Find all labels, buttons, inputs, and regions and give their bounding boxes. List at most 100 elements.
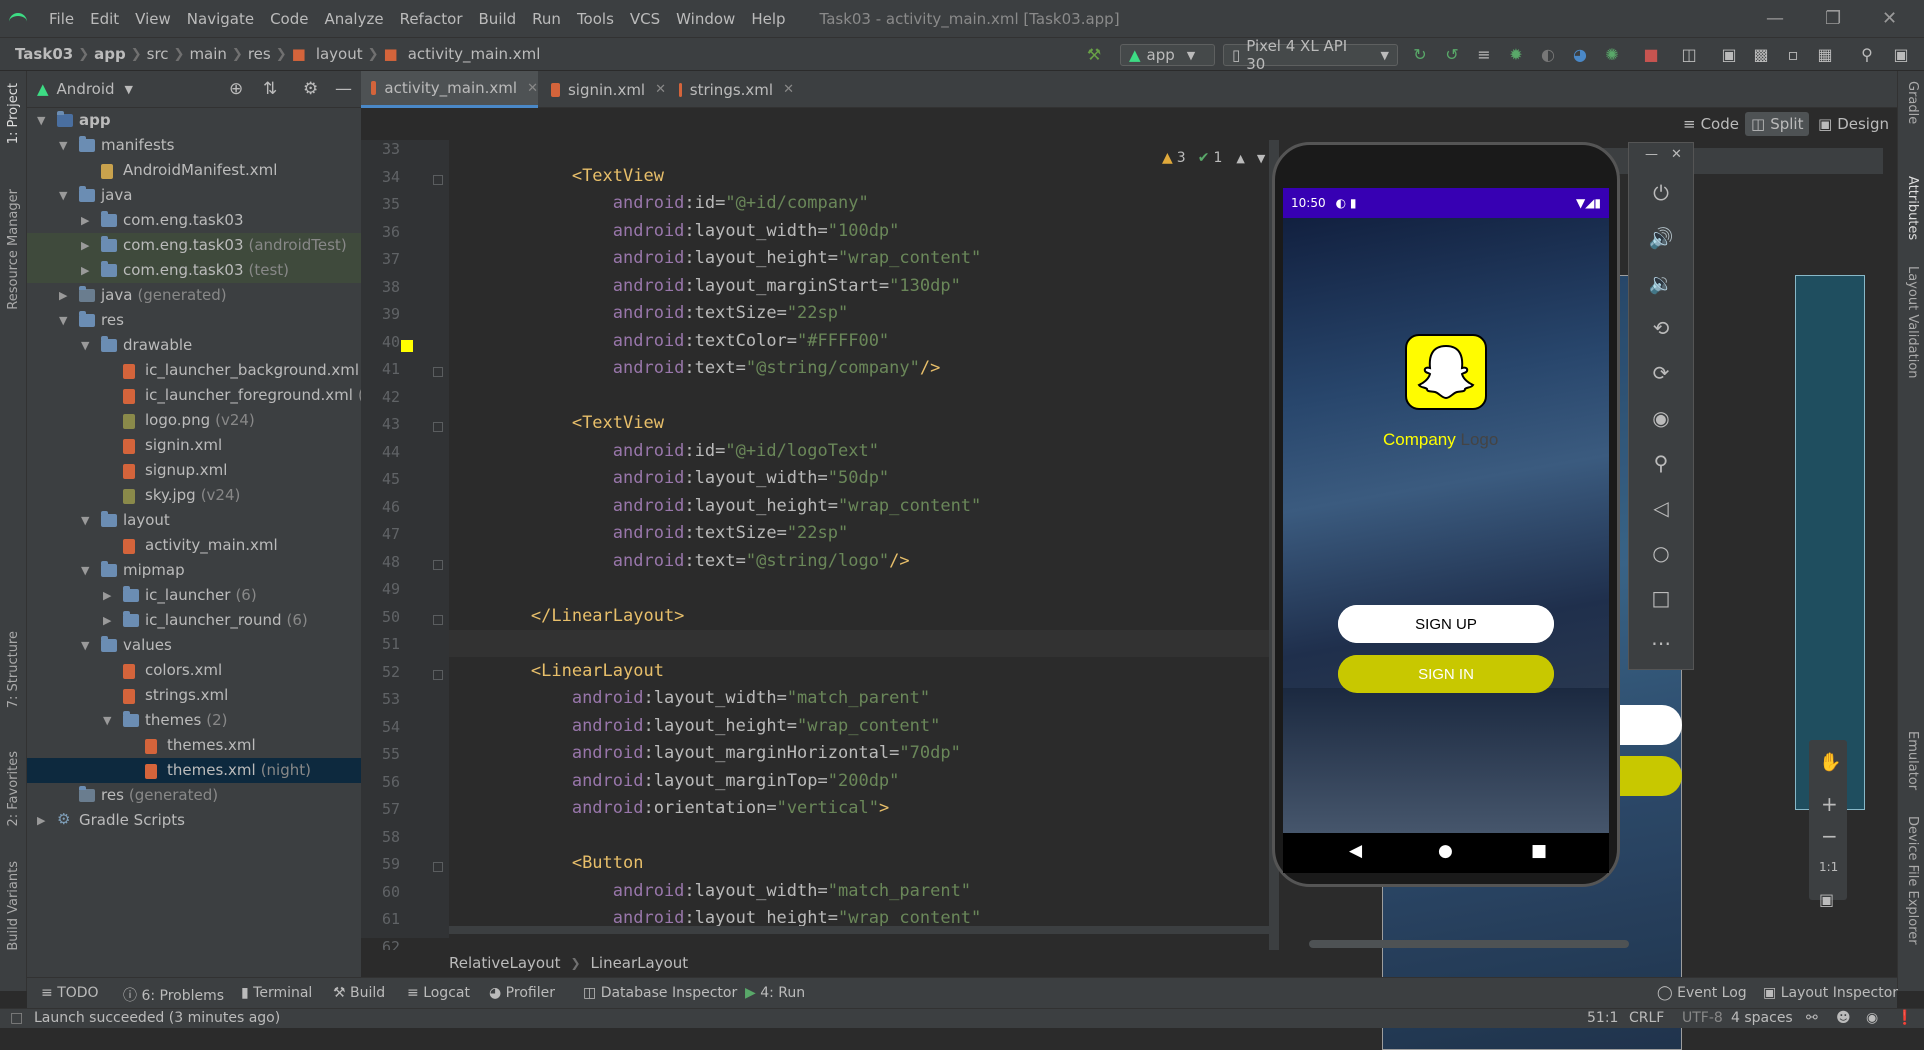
tree-item[interactable]: themes.xml (night) <box>27 758 361 783</box>
tree-item[interactable]: ▼ layout <box>27 508 361 533</box>
tree-item[interactable]: ▶ ⚙ Gradle Scripts <box>27 808 361 833</box>
back-icon[interactable]: ◀ <box>1349 841 1362 861</box>
tool-todo[interactable]: ≡ TODO <box>41 985 99 1001</box>
collapse-all-icon[interactable]: ⇅ <box>263 79 277 99</box>
expand-arrow-icon[interactable]: ▼ <box>81 564 89 577</box>
fold-marker-icon[interactable] <box>433 367 443 377</box>
zoom-fit-icon[interactable]: ▣ <box>1819 890 1834 909</box>
expand-arrow-icon[interactable]: ▼ <box>59 139 67 152</box>
menu-edit[interactable]: Edit <box>82 10 127 28</box>
restore-icon[interactable]: ❐ <box>1825 8 1841 29</box>
tree-item[interactable]: ▼ themes (2) <box>27 708 361 733</box>
tree-item[interactable]: ▼ res <box>27 308 361 333</box>
tool-device-file-explorer[interactable]: Device File Explorer <box>1905 816 1920 945</box>
tree-item[interactable]: colors.xml <box>27 658 361 683</box>
tree-item[interactable]: ic_launcher_background.xml <box>27 358 361 383</box>
collapse-arrow-icon[interactable]: ▶ <box>103 589 111 602</box>
tree-item[interactable]: ▼ drawable <box>27 333 361 358</box>
breadcrumb-item[interactable]: res <box>243 45 276 63</box>
signin-button-front[interactable]: SIGN IN <box>1338 655 1554 693</box>
tool-attributes[interactable]: Attributes <box>1905 176 1920 240</box>
inspection-widget[interactable]: ▲ 3 ✔ 1 ▲ ▼ <box>1162 150 1265 166</box>
caret-position[interactable]: 51:1 <box>1587 1010 1618 1026</box>
tree-item[interactable]: signin.xml <box>27 433 361 458</box>
editor-crumb-linearlayout[interactable]: LinearLayout <box>591 954 689 972</box>
fold-marker-icon[interactable] <box>433 614 443 625</box>
view-design-button[interactable]: ▣ Design <box>1812 112 1895 136</box>
zoom-icon[interactable]: ⚲ <box>1629 451 1693 475</box>
overview-icon[interactable]: □ <box>1629 586 1693 610</box>
tree-item[interactable]: ▶ java (generated) <box>27 283 361 308</box>
tool-layout-validation[interactable]: Layout Validation <box>1905 266 1920 379</box>
breadcrumb-item[interactable]: Task03 <box>10 45 78 63</box>
expand-arrow-icon[interactable]: ▼ <box>81 339 89 352</box>
zoom-out-icon[interactable]: − <box>1821 824 1838 848</box>
device-dropdown[interactable]: ▯ Pixel 4 XL API 30 ▼ <box>1223 37 1398 73</box>
tree-item[interactable]: AndroidManifest.xml <box>27 158 361 183</box>
project-structure-icon[interactable]: ▦ <box>1816 46 1834 64</box>
breadcrumb-item[interactable]: main <box>184 45 231 63</box>
menu-build[interactable]: Build <box>471 10 525 28</box>
expand-arrow-icon[interactable]: ▼ <box>103 714 111 727</box>
status-message[interactable]: Launch succeeded (3 minutes ago) <box>34 1010 280 1026</box>
volume-up-icon[interactable]: 🔊 <box>1629 226 1693 250</box>
fold-marker-icon[interactable] <box>433 559 443 570</box>
menu-file[interactable]: File <box>41 10 82 28</box>
stop-icon[interactable]: ■ <box>1642 46 1660 64</box>
minimize-icon[interactable]: — <box>1645 147 1658 162</box>
prev-highlight-icon[interactable]: ▲ <box>1236 152 1244 165</box>
sdk-manager-icon[interactable]: ▩ <box>1752 46 1770 64</box>
menu-help[interactable]: Help <box>743 10 793 28</box>
expand-arrow-icon[interactable]: ▼ <box>37 114 45 127</box>
chevron-down-icon[interactable]: ▼ <box>125 83 133 96</box>
inspection-profile-icon[interactable]: ☻ <box>1836 1010 1851 1026</box>
menu-view[interactable]: View <box>127 10 179 28</box>
tree-item[interactable]: ▼ manifests <box>27 133 361 158</box>
menu-navigate[interactable]: Navigate <box>179 10 262 28</box>
tool-structure[interactable]: 7: Structure <box>6 631 21 708</box>
tree-item[interactable]: ▼ app <box>27 108 361 133</box>
breadcrumb-item[interactable]: activity_main.xml <box>403 45 546 63</box>
breadcrumb-item[interactable]: src <box>142 45 174 63</box>
file-encoding[interactable]: UTF-8 <box>1682 1010 1723 1026</box>
tree-item[interactable]: signup.xml <box>27 458 361 483</box>
power-icon[interactable]: ⏻ <box>1629 181 1693 205</box>
zoom-actual-icon[interactable]: 1:1 <box>1819 860 1838 874</box>
tree-item[interactable]: ▶ ic_launcher_round (6) <box>27 608 361 633</box>
tool-terminal[interactable]: ▮ Terminal <box>241 985 312 1001</box>
tree-item[interactable]: ▶ com.eng.task03 <box>27 208 361 233</box>
tool-emulator[interactable]: Emulator <box>1905 731 1920 790</box>
sync-icon[interactable]: ◫ <box>1680 46 1698 64</box>
rotate-right-icon[interactable]: ⟳ <box>1629 361 1693 385</box>
debug-icon[interactable]: ✹ <box>1507 46 1525 64</box>
signup-button-front[interactable]: SIGN UP <box>1338 605 1554 643</box>
tree-item[interactable]: activity_main.xml <box>27 533 361 558</box>
tab-signin[interactable]: signin.xml ✕ <box>541 71 666 108</box>
apply-code-changes-icon[interactable]: ↺ <box>1443 46 1461 64</box>
tree-item[interactable]: res (generated) <box>27 783 361 808</box>
indent-setting[interactable]: 4 spaces <box>1731 1010 1793 1026</box>
tab-activity-main[interactable]: activity_main.xml ✕ <box>361 71 538 108</box>
close-tab-icon[interactable]: ✕ <box>783 82 794 97</box>
memory-icon[interactable]: ◉ <box>1866 1010 1878 1026</box>
locate-icon[interactable]: ⊕ <box>229 79 243 99</box>
hide-panel-icon[interactable]: — <box>335 79 352 99</box>
run-config-dropdown[interactable]: ▲ app ▼ <box>1120 44 1215 66</box>
close-icon[interactable]: ✕ <box>1671 147 1682 162</box>
tool-logcat[interactable]: ≡ Logcat <box>407 985 470 1001</box>
collapse-arrow-icon[interactable]: ▶ <box>81 214 89 227</box>
tool-run[interactable]: ▶ 4: Run <box>745 985 805 1001</box>
profiler-icon[interactable]: ◕ <box>1571 46 1589 64</box>
lock-icon[interactable]: ⚯ <box>1806 1010 1818 1026</box>
pan-icon[interactable]: ✋ <box>1819 752 1841 773</box>
list-icon[interactable]: ≡ <box>1475 46 1493 64</box>
expand-arrow-icon[interactable]: ▼ <box>59 189 67 202</box>
device-manager-icon[interactable]: ▫ <box>1784 46 1802 64</box>
tool-event-log[interactable]: ◯ Event Log <box>1657 985 1747 1001</box>
fold-marker-icon[interactable] <box>433 862 443 872</box>
code-editor[interactable]: <TextView android:id="@+id/company" andr… <box>449 140 1269 938</box>
breadcrumb-item[interactable]: app <box>89 45 131 63</box>
emulator-screen[interactable]: 10:50 ◐ ▮ ▼◢▮ Company Logo SIGN UP SIGN … <box>1283 188 1609 853</box>
tree-item[interactable]: sky.jpg (v24) <box>27 483 361 508</box>
collapse-arrow-icon[interactable]: ▶ <box>37 814 45 827</box>
